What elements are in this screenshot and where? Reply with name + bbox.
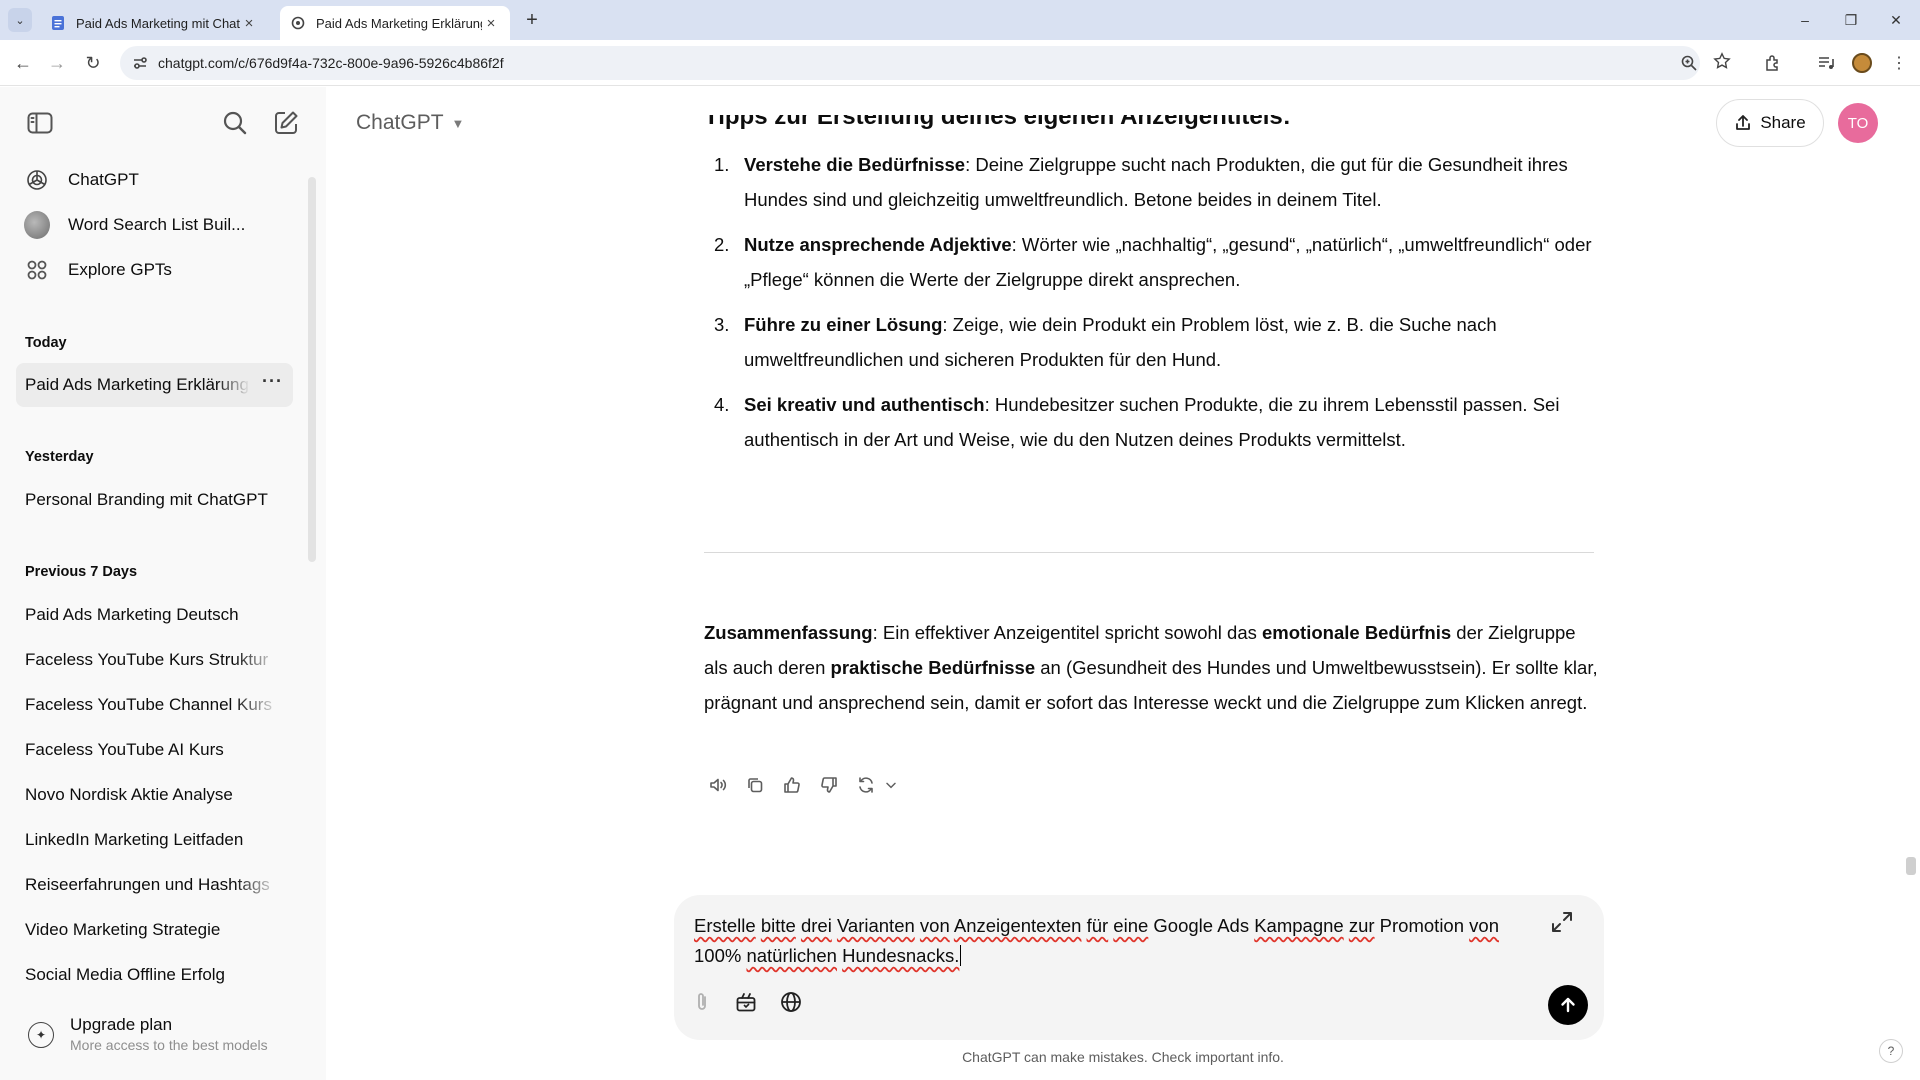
browser-tab-1[interactable]: Paid Ads Marketing mit ChatGPT ×	[40, 6, 268, 40]
sidebar-item-explore-gpts[interactable]: Explore GPTs	[24, 250, 294, 290]
section-yesterday: Yesterday	[25, 449, 94, 465]
chat-options-icon[interactable]: ···	[262, 371, 283, 392]
chat-item[interactable]: Video Marketing Strategie	[25, 920, 280, 940]
media-controls-icon[interactable]	[1814, 51, 1838, 75]
chat-item[interactable]: Faceless YouTube Channel Kurs	[25, 695, 280, 715]
chat-item[interactable]: Faceless YouTube Kurs Struktur	[25, 650, 280, 670]
tab-title: Paid Ads Marketing Erklärung	[316, 15, 482, 31]
tip-title: Nutze ansprechende Adjektive	[744, 234, 1012, 255]
message-composer[interactable]: Erstelle bitte drei Varianten von Anzeig…	[674, 895, 1604, 1040]
new-tab-icon[interactable]: +	[520, 8, 544, 32]
share-label: Share	[1760, 113, 1806, 132]
list-item: 1. Verstehe die Bedürfnisse: Deine Zielg…	[714, 154, 1568, 210]
search-icon[interactable]	[221, 109, 249, 137]
section-today: Today	[25, 335, 67, 351]
close-tab-icon[interactable]: ×	[240, 15, 258, 32]
minimize-icon[interactable]: –	[1793, 8, 1817, 32]
sidebar-item-label: ChatGPT	[68, 170, 139, 189]
sidebar-scrollbar[interactable]	[308, 177, 316, 562]
tip-title: Sei kreativ und authentisch	[744, 394, 985, 415]
copy-icon[interactable]	[741, 771, 769, 799]
prompt-input[interactable]: Erstelle bitte drei Varianten von Anzeig…	[694, 911, 1534, 971]
reload-icon[interactable]: ↻	[80, 50, 106, 76]
share-icon	[1734, 114, 1752, 132]
chat-item[interactable]: Reiseerfahrungen und Hashtags	[25, 875, 280, 895]
chat-main: ChatGPT ▼ Share TO Tipps zur Erstellung …	[326, 87, 1920, 1080]
site-settings-icon[interactable]	[132, 55, 148, 71]
tips-list: 1. Verstehe die Bedürfnisse: Deine Zielg…	[704, 147, 1604, 467]
section-previous-7-days: Previous 7 Days	[25, 564, 138, 580]
list-item: 2. Nutze ansprechende Adjektive: Wörter …	[714, 234, 1592, 290]
sidebar: ChatGPT Word Search List Buil... Explore…	[0, 87, 326, 1080]
browser-tab-2[interactable]: Paid Ads Marketing Erklärung ×	[280, 6, 510, 40]
upgrade-subtitle: More access to the best models	[70, 1037, 268, 1053]
regenerate-icon[interactable]	[852, 771, 880, 799]
message-actions	[704, 771, 908, 799]
arrow-up-icon	[1561, 997, 1575, 1013]
upgrade-title: Upgrade plan	[70, 1015, 173, 1034]
attach-icon[interactable]	[687, 987, 717, 1017]
help-button[interactable]: ?	[1879, 1039, 1903, 1063]
model-selector[interactable]: ChatGPT ▼	[356, 111, 464, 135]
chat-item-active[interactable]: Paid Ads Marketing Erklärung ···	[16, 363, 293, 407]
upgrade-plan-button[interactable]: ✦ Upgrade plan More access to the best m…	[28, 1012, 308, 1058]
disclaimer: ChatGPT can make mistakes. Check importa…	[962, 1049, 1284, 1065]
tip-title: Führe zu einer Lösung	[744, 314, 943, 335]
main-scrollbar[interactable]	[1906, 857, 1916, 875]
share-button[interactable]: Share	[1716, 99, 1824, 147]
browser-menu-icon[interactable]: ⋮	[1887, 51, 1911, 75]
send-button[interactable]	[1548, 985, 1588, 1025]
response-heading: Tipps zur Erstellung deines eigenen Anze…	[704, 115, 1291, 130]
thumbs-down-icon[interactable]	[815, 771, 843, 799]
model-name: ChatGPT	[356, 111, 444, 134]
tab-title: Paid Ads Marketing mit ChatGPT	[76, 15, 240, 31]
close-tab-icon[interactable]: ×	[482, 15, 500, 32]
forward-icon[interactable]: →	[44, 50, 70, 76]
new-chat-icon[interactable]	[272, 109, 300, 137]
sidebar-item-label: Word Search List Buil...	[68, 215, 246, 234]
chatgpt-favicon-icon	[290, 15, 306, 31]
browser-tab-bar: ⌄ Paid Ads Marketing mit ChatGPT × Paid …	[0, 0, 1920, 40]
chat-item[interactable]: Personal Branding mit ChatGPT	[25, 490, 280, 510]
chat-item[interactable]: Paid Ads Marketing Deutsch	[25, 605, 280, 625]
read-aloud-icon[interactable]	[704, 771, 732, 799]
chevron-down-icon[interactable]	[883, 771, 899, 799]
tab-search-dropdown-icon[interactable]: ⌄	[8, 8, 32, 32]
chevron-down-icon: ▼	[451, 115, 465, 131]
sidebar-item-chatgpt[interactable]: ChatGPT	[24, 160, 294, 200]
list-item: 4. Sei kreativ und authentisch: Hundebes…	[714, 394, 1560, 450]
user-avatar[interactable]: TO	[1838, 103, 1878, 143]
tip-title: Verstehe die Bedürfnisse	[744, 154, 966, 175]
bookmark-star-icon[interactable]	[1713, 52, 1733, 72]
browser-toolbar: ← → ↻ chatgpt.com/c/676d9f4a-732c-800e-9…	[0, 40, 1920, 86]
back-icon[interactable]: ←	[10, 50, 36, 76]
canvas-tool-icon[interactable]	[731, 987, 761, 1017]
sidebar-item-label: Explore GPTs	[68, 260, 172, 279]
list-item: 3. Führe zu einer Lösung: Zeige, wie dei…	[714, 314, 1497, 370]
restore-icon[interactable]: ❐	[1839, 8, 1863, 32]
divider	[704, 552, 1594, 553]
url-text: chatgpt.com/c/676d9f4a-732c-800e-9a96-59…	[158, 55, 504, 71]
address-bar[interactable]: chatgpt.com/c/676d9f4a-732c-800e-9a96-59…	[120, 46, 1700, 80]
document-favicon-icon	[50, 15, 66, 31]
chat-item[interactable]: Faceless YouTube AI Kurs	[25, 740, 280, 760]
close-window-icon[interactable]: ✕	[1884, 8, 1908, 32]
gpt-avatar	[24, 211, 50, 239]
chat-item[interactable]: Novo Nordisk Aktie Analyse	[25, 785, 280, 805]
expand-icon[interactable]	[1549, 909, 1575, 935]
thumbs-up-icon[interactable]	[778, 771, 806, 799]
chat-item[interactable]: Social Media Offline Erfolg	[25, 965, 280, 985]
chat-item-label: Paid Ads Marketing Erklärung	[25, 375, 249, 394]
toggle-sidebar-icon[interactable]	[26, 109, 54, 137]
extensions-icon[interactable]	[1761, 51, 1785, 75]
upgrade-icon: ✦	[28, 1022, 54, 1048]
sidebar-item-word-search[interactable]: Word Search List Buil...	[24, 205, 294, 245]
summary-paragraph: Zusammenfassung: Ein effektiver Anzeigen…	[704, 622, 1598, 713]
zoom-icon[interactable]	[1680, 54, 1700, 74]
web-search-icon[interactable]	[776, 987, 806, 1017]
openai-logo-icon	[24, 167, 50, 193]
profile-avatar[interactable]	[1850, 51, 1874, 75]
grid-icon	[24, 257, 50, 283]
chat-item[interactable]: LinkedIn Marketing Leitfaden	[25, 830, 280, 850]
